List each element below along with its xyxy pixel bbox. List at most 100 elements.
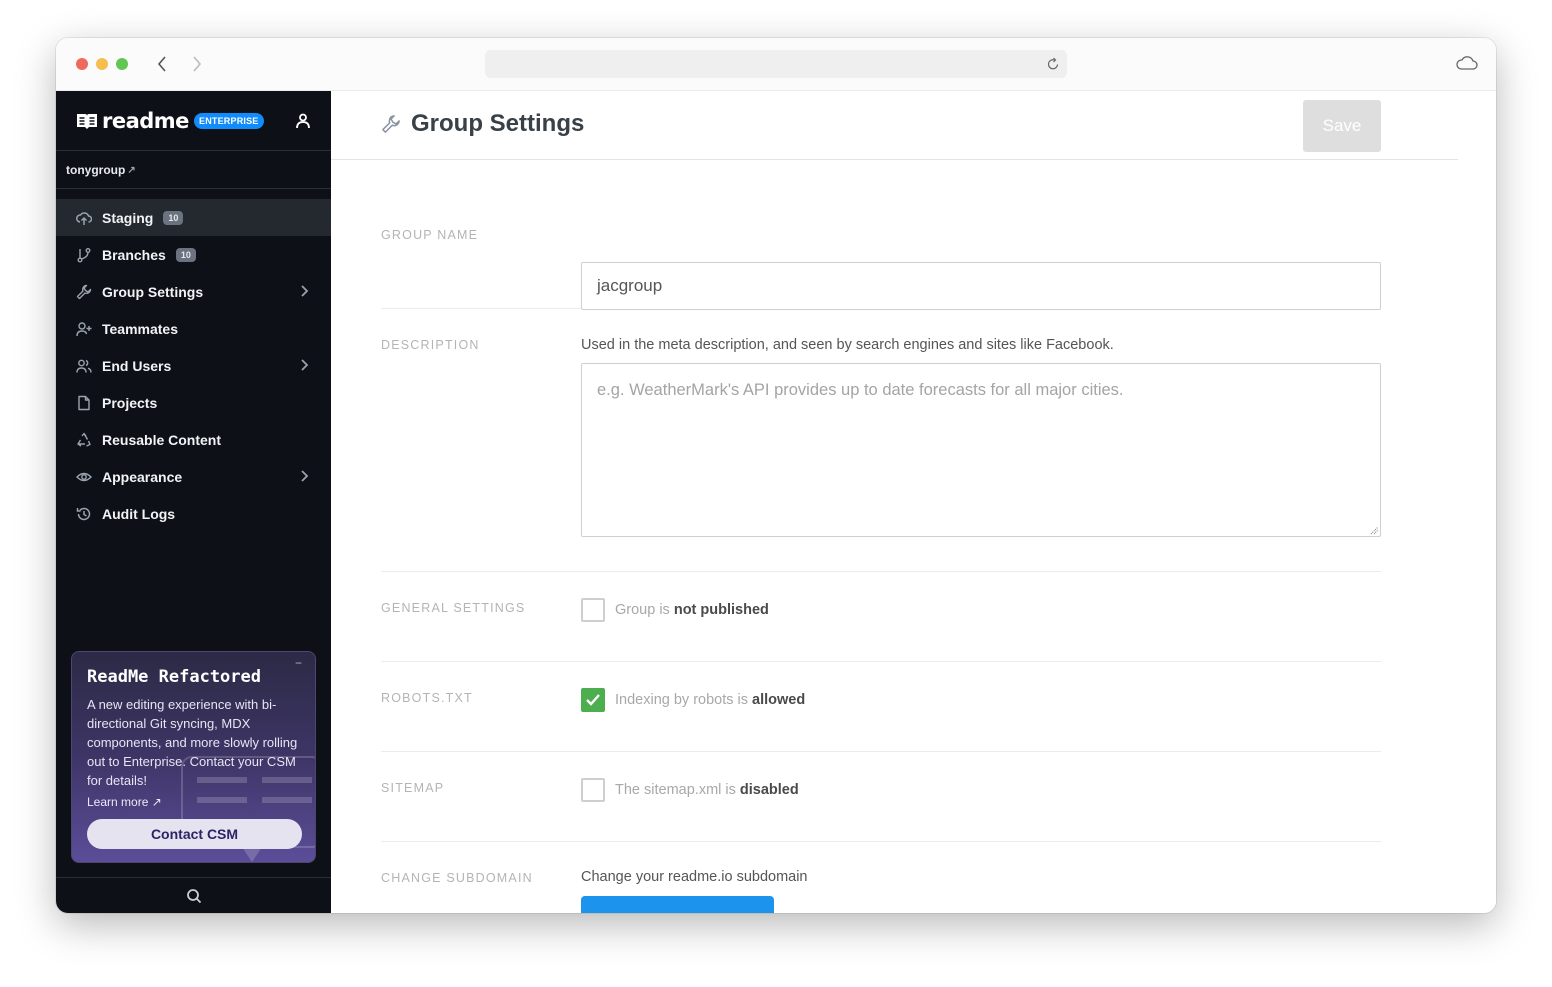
browser-window: readme ENTERPRISE tonygroup ↗ Staging 10… bbox=[56, 38, 1496, 913]
description-textarea[interactable]: e.g. WeatherMark's API provides up to da… bbox=[581, 363, 1381, 537]
wrench-icon bbox=[382, 115, 400, 133]
general-settings-label: General Settings bbox=[381, 601, 526, 615]
main-content: Group Settings Save Group Name jacgroup … bbox=[331, 91, 1496, 913]
user-icon[interactable] bbox=[294, 112, 312, 130]
sidebar: readme ENTERPRISE tonygroup ↗ Staging 10… bbox=[56, 91, 331, 913]
robots-text: Indexing by robots is allowed bbox=[615, 692, 805, 708]
sidebar-item-label: Projects bbox=[102, 394, 158, 411]
publish-text: Group is not published bbox=[615, 602, 769, 618]
chevron-left-icon bbox=[157, 56, 166, 72]
sitemap-prefix: The sitemap.xml is bbox=[615, 782, 740, 798]
sitemap-label: Sitemap bbox=[381, 781, 445, 795]
sidebar-item-label: Appearance bbox=[102, 468, 183, 485]
robots-row: Robots.txt Indexing by robots is allowed bbox=[381, 662, 1381, 752]
sitemap-row: Sitemap The sitemap.xml is disabled bbox=[381, 752, 1381, 842]
general-settings-row: General Settings Group is not published bbox=[381, 572, 1381, 662]
page-title: Group Settings bbox=[411, 110, 585, 137]
promo-card: − ReadMe Refactored A new editing experi… bbox=[71, 651, 316, 863]
robots-toggle[interactable]: Indexing by robots is allowed bbox=[581, 688, 805, 712]
forward-button[interactable] bbox=[187, 52, 207, 76]
sidebar-footer bbox=[56, 877, 331, 913]
publish-checkbox[interactable] bbox=[581, 598, 605, 622]
cloud-upload-icon bbox=[76, 210, 92, 226]
sidebar-item-label: Staging bbox=[102, 209, 154, 226]
eye-icon bbox=[76, 469, 92, 485]
sidebar-item-branches[interactable]: Branches 10 bbox=[56, 236, 331, 273]
sidebar-item-reusable-content[interactable]: Reusable Content bbox=[56, 421, 331, 458]
save-button[interactable]: Save bbox=[1303, 100, 1381, 152]
address-bar[interactable] bbox=[485, 50, 1067, 78]
brand-name: readme bbox=[102, 109, 189, 133]
description-label: Description bbox=[381, 338, 480, 352]
group-name-row: Group Name jacgroup bbox=[381, 161, 1381, 310]
sitemap-text: The sitemap.xml is disabled bbox=[615, 782, 799, 798]
wrench-icon bbox=[76, 284, 92, 300]
recycle-icon bbox=[76, 432, 92, 448]
enterprise-badge: ENTERPRISE bbox=[194, 113, 264, 129]
search-icon[interactable] bbox=[186, 888, 202, 904]
group-link-label: tonygroup bbox=[66, 163, 126, 177]
sidebar-item-projects[interactable]: Projects bbox=[56, 384, 331, 421]
promo-title: ReadMe Refactored bbox=[87, 667, 261, 687]
user-plus-icon bbox=[76, 321, 92, 337]
sidebar-item-teammates[interactable]: Teammates bbox=[56, 310, 331, 347]
description-row: Description Used in the meta description… bbox=[381, 309, 1381, 572]
file-icon bbox=[76, 395, 92, 411]
robots-label: Robots.txt bbox=[381, 691, 473, 705]
subdomain-row: Change Subdomain Change your readme.io s… bbox=[381, 842, 1381, 913]
minimize-window-button[interactable] bbox=[96, 58, 108, 70]
chevron-right-icon bbox=[193, 56, 202, 72]
checkmark-icon bbox=[586, 694, 600, 706]
resize-handle-icon[interactable] bbox=[1369, 525, 1379, 535]
sitemap-checkbox[interactable] bbox=[581, 778, 605, 802]
publish-status: not published bbox=[673, 602, 769, 618]
readme-logo[interactable]: readme bbox=[76, 109, 189, 133]
sitemap-toggle[interactable]: The sitemap.xml is disabled bbox=[581, 778, 799, 802]
zoom-window-button[interactable] bbox=[116, 58, 128, 70]
learn-more-link[interactable]: Learn more ↗ bbox=[87, 795, 162, 809]
sidebar-item-label: End Users bbox=[102, 357, 172, 374]
dismiss-promo-button[interactable]: − bbox=[295, 657, 305, 669]
sidebar-item-label: Branches bbox=[102, 246, 166, 263]
sitemap-status: disabled bbox=[739, 782, 799, 798]
sidebar-item-label: Audit Logs bbox=[102, 505, 176, 522]
external-link-icon: ↗ bbox=[127, 164, 136, 176]
change-subdomain-button[interactable] bbox=[581, 896, 774, 913]
page-header: Group Settings Save bbox=[331, 91, 1458, 160]
browser-titlebar bbox=[56, 38, 1496, 91]
sidebar-item-staging[interactable]: Staging 10 bbox=[56, 199, 331, 236]
close-window-button[interactable] bbox=[76, 58, 88, 70]
book-icon bbox=[77, 114, 97, 129]
group-link[interactable]: tonygroup ↗ bbox=[66, 163, 136, 177]
chevron-right-icon bbox=[301, 470, 309, 482]
contact-csm-button[interactable]: Contact CSM bbox=[87, 819, 302, 849]
count-badge: 10 bbox=[175, 247, 196, 262]
sidebar-item-group-settings[interactable]: Group Settings bbox=[56, 273, 331, 310]
group-name-input[interactable]: jacgroup bbox=[581, 262, 1381, 310]
sidebar-item-appearance[interactable]: Appearance bbox=[56, 458, 331, 495]
group-name-label: Group Name bbox=[381, 228, 479, 242]
count-badge: 10 bbox=[163, 210, 184, 225]
back-button[interactable] bbox=[152, 52, 172, 76]
description-help: Used in the meta description, and seen b… bbox=[581, 337, 1114, 353]
git-branch-icon bbox=[76, 247, 92, 263]
sidebar-nav: Staging 10 Branches 10 Group Settings Te… bbox=[56, 199, 331, 532]
sidebar-item-audit-logs[interactable]: Audit Logs bbox=[56, 495, 331, 532]
robots-status: allowed bbox=[752, 692, 806, 708]
sidebar-brand-row: readme ENTERPRISE bbox=[56, 91, 331, 151]
chevron-right-icon bbox=[301, 285, 309, 297]
promo-body: A new editing experience with bi-directi… bbox=[87, 697, 298, 788]
robots-checkbox[interactable] bbox=[581, 688, 605, 712]
reload-icon[interactable] bbox=[1045, 56, 1061, 72]
sidebar-item-label: Group Settings bbox=[102, 283, 204, 300]
publish-prefix: Group is bbox=[615, 602, 674, 618]
sidebar-item-label: Teammates bbox=[102, 320, 179, 337]
history-icon bbox=[76, 506, 92, 522]
sidebar-item-end-users[interactable]: End Users bbox=[56, 347, 331, 384]
publish-toggle[interactable]: Group is not published bbox=[581, 598, 769, 622]
description-placeholder: e.g. WeatherMark's API provides up to da… bbox=[597, 381, 1124, 399]
cloud-icon[interactable] bbox=[1456, 54, 1478, 72]
chevron-right-icon bbox=[301, 359, 309, 371]
sidebar-item-label: Reusable Content bbox=[102, 431, 222, 448]
robots-prefix: Indexing by robots is bbox=[615, 692, 753, 708]
